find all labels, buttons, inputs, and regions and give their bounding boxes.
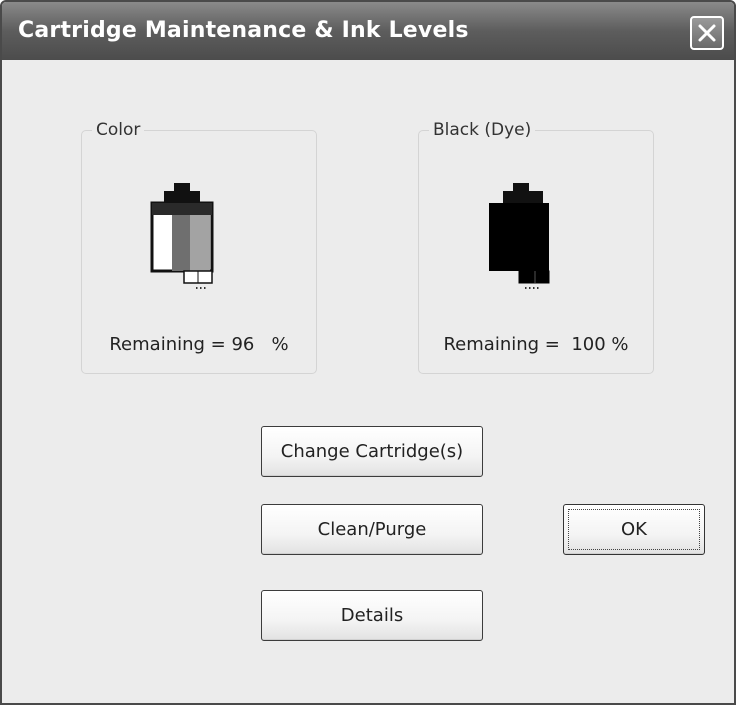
black-group-label: Black (Dye) [429,120,536,140]
dialog-window: Cartridge Maintenance & Ink Levels Color [0,0,736,705]
change-cartridges-button[interactable]: Change Cartridge(s) [261,426,483,477]
close-button[interactable] [690,16,724,50]
title-bar[interactable]: Cartridge Maintenance & Ink Levels [2,2,734,61]
window-title: Cartridge Maintenance & Ink Levels [18,18,469,43]
black-cartridge-icon [489,183,550,289]
details-button[interactable]: Details [261,590,483,641]
color-group-label: Color [92,120,145,140]
color-cartridge-group: Color Remaining = 96 % [81,120,317,374]
clean-purge-button[interactable]: Clean/Purge [261,504,483,555]
focus-ring [568,509,700,550]
dialog-content: Color Remaining = 96 % Black (Dye) Remai… [2,60,734,703]
close-icon [698,24,716,42]
ok-button[interactable]: OK [563,504,705,555]
color-cartridge-icon [150,183,214,289]
black-cartridge-group: Black (Dye) Remaining = 100 % [418,120,654,374]
color-remaining-text: Remaining = 96 % [109,334,289,355]
black-remaining-text: Remaining = 100 % [443,334,629,355]
